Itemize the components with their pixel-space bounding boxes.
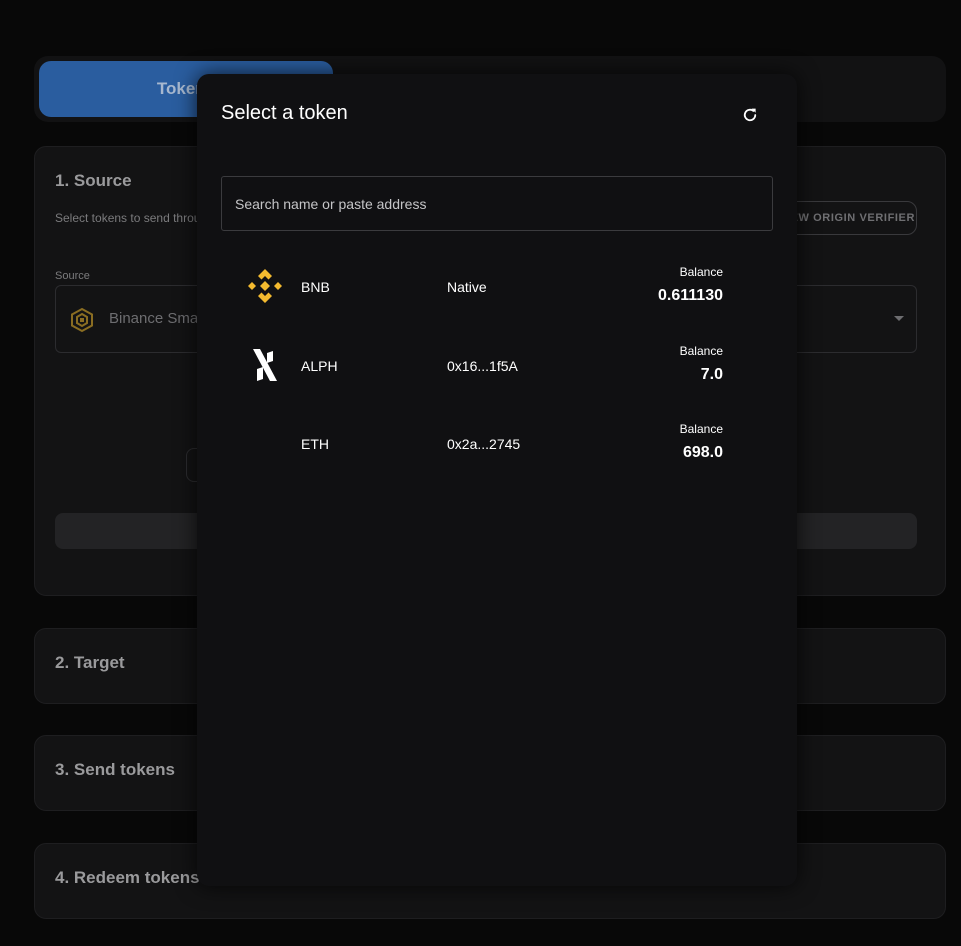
dialog-title: Select a token [221, 102, 348, 124]
token-search-input[interactable] [221, 176, 773, 231]
bnb-icon [245, 266, 285, 306]
redeem-card-title: 4. Redeem tokens [55, 868, 200, 887]
select-token-dialog: Select a token BNB Native Balance 0.6111… [197, 74, 797, 886]
token-balance: 0.611130 [658, 287, 723, 304]
refresh-button[interactable] [738, 103, 762, 127]
token-symbol: ALPH [301, 358, 338, 374]
token-balance: 698.0 [682, 444, 723, 461]
source-label: Source [55, 270, 90, 282]
token-address: 0x16...1f5A [447, 358, 518, 374]
token-row-eth[interactable]: ETH 0x2a...2745 Balance 698.0 [221, 406, 773, 480]
token-symbol: ETH [301, 436, 329, 452]
token-address: 0x2a...2745 [447, 436, 521, 452]
source-card-title: 1. Source [55, 171, 132, 190]
view-origin-verifier-button[interactable]: VIEW ORIGIN VERIFIER [777, 201, 917, 235]
alph-icon [245, 345, 285, 385]
token-address: Native [447, 279, 487, 295]
token-row-bnb[interactable]: BNB Native Balance 0.611130 [221, 249, 773, 323]
token-symbol: BNB [301, 279, 330, 295]
balance-label: Balance [679, 422, 723, 436]
refresh-icon [743, 108, 757, 122]
balance-label: Balance [679, 265, 723, 279]
token-row-alph[interactable]: ALPH 0x16...1f5A Balance 7.0 [221, 328, 773, 402]
balance-label: Balance [679, 344, 723, 358]
eth-icon [245, 423, 285, 463]
send-card-title: 3. Send tokens [55, 760, 175, 779]
target-card-title: 2. Target [55, 653, 125, 672]
token-balance: 7.0 [700, 366, 723, 383]
chevron-down-icon [894, 316, 904, 321]
bsc-chain-icon [71, 307, 93, 333]
